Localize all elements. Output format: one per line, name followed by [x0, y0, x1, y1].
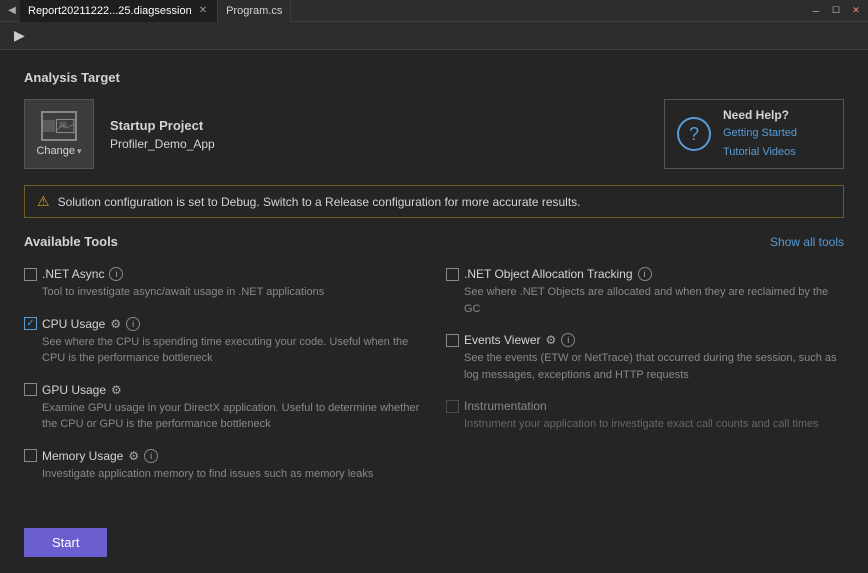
back-button[interactable]: ▶ — [8, 25, 31, 46]
tool-events-viewer-name: Events Viewer — [464, 333, 540, 347]
tool-memory-usage-header: Memory Usage ⚙ i — [24, 449, 422, 463]
tool-memory-usage-checkbox[interactable] — [24, 449, 37, 462]
tools-column-left: .NET Async i Tool to investigate async/a… — [24, 261, 422, 492]
tools-header: Available Tools Show all tools — [24, 234, 844, 249]
bottom-bar: Start — [0, 516, 868, 573]
tab-program-cs[interactable]: Program.cs — [218, 0, 291, 22]
tool-events-viewer-settings-icon[interactable]: ⚙ — [545, 333, 556, 347]
window-controls: ─ ☐ ✕ — [808, 3, 864, 19]
warning-text: Solution configuration is set to Debug. … — [58, 195, 581, 209]
help-text: Need Help? Getting Started Tutorial Vide… — [723, 108, 797, 161]
change-target-dropdown-icon: ▾ — [77, 146, 82, 157]
tool-dotnet-object-allocation-checkbox[interactable] — [446, 268, 459, 281]
analysis-target-title: Analysis Target — [24, 70, 844, 85]
tool-dotnet-async-name: .NET Async — [42, 267, 104, 281]
help-title: Need Help? — [723, 108, 797, 122]
tool-memory-usage: Memory Usage ⚙ i Investigate application… — [24, 443, 422, 493]
tool-gpu-usage-checkbox[interactable] — [24, 383, 37, 396]
tab-diagsession-close[interactable]: ✕ — [197, 4, 209, 17]
start-button[interactable]: Start — [24, 528, 107, 557]
tool-events-viewer-header: Events Viewer ⚙ i — [446, 333, 844, 347]
title-bar: ◀ Report20211222...25.diagsession ✕ Prog… — [0, 0, 868, 22]
tool-dotnet-async-info-icon[interactable]: i — [109, 267, 123, 281]
tool-cpu-usage: CPU Usage ⚙ i See where the CPU is spend… — [24, 311, 422, 377]
target-image-icon — [55, 115, 75, 137]
tool-memory-usage-settings-icon[interactable]: ⚙ — [128, 449, 139, 463]
tab-scroll-left[interactable]: ◀ — [4, 0, 20, 22]
help-icon: ? — [677, 117, 711, 151]
tool-instrumentation: Instrumentation Instrument your applicat… — [446, 393, 844, 443]
change-target-label: Change — [36, 145, 75, 157]
warning-bar: ⚠ Solution configuration is set to Debug… — [24, 185, 844, 218]
tool-cpu-usage-settings-icon[interactable]: ⚙ — [110, 317, 121, 331]
tab-list: ◀ Report20211222...25.diagsession ✕ Prog… — [4, 0, 291, 22]
tutorial-videos-link[interactable]: Tutorial Videos — [723, 144, 797, 161]
tool-dotnet-async-desc: Tool to investigate async/await usage in… — [24, 284, 422, 301]
tool-dotnet-object-allocation-desc: See where .NET Objects are allocated and… — [446, 284, 844, 317]
tool-instrumentation-name: Instrumentation — [464, 399, 547, 413]
tool-gpu-usage-name: GPU Usage — [42, 383, 106, 397]
tool-memory-usage-info-icon[interactable]: i — [144, 449, 158, 463]
tool-memory-usage-desc: Investigate application memory to find i… — [24, 466, 422, 483]
startup-project-title: Startup Project — [110, 118, 215, 133]
minimize-button[interactable]: ─ — [808, 3, 824, 19]
target-icon — [41, 111, 77, 141]
target-info: Startup Project Profiler_Demo_App — [110, 118, 215, 151]
close-button[interactable]: ✕ — [848, 3, 864, 19]
toolbar-row: ▶ — [0, 22, 868, 50]
tool-memory-usage-name: Memory Usage — [42, 449, 123, 463]
tool-cpu-usage-info-icon[interactable]: i — [126, 317, 140, 331]
tool-events-viewer-info-icon[interactable]: i — [561, 333, 575, 347]
tool-dotnet-object-allocation: .NET Object Allocation Tracking i See wh… — [446, 261, 844, 327]
tool-events-viewer-checkbox[interactable] — [446, 334, 459, 347]
help-box: ? Need Help? Getting Started Tutorial Vi… — [664, 99, 844, 169]
available-tools-title: Available Tools — [24, 234, 118, 249]
main-content: ▶ Analysis Target — [0, 22, 868, 573]
tool-dotnet-async-checkbox[interactable] — [24, 268, 37, 281]
tool-gpu-usage-header: GPU Usage ⚙ — [24, 383, 422, 397]
getting-started-link[interactable]: Getting Started — [723, 125, 797, 142]
target-area: Change ▾ Startup Project Profiler_Demo_A… — [24, 99, 844, 169]
tab-diagsession[interactable]: Report20211222...25.diagsession ✕ — [20, 0, 218, 22]
warning-icon: ⚠ — [37, 193, 50, 210]
tool-cpu-usage-name: CPU Usage — [42, 317, 105, 331]
tool-dotnet-object-allocation-header: .NET Object Allocation Tracking i — [446, 267, 844, 281]
tool-gpu-usage-desc: Examine GPU usage in your DirectX applic… — [24, 400, 422, 433]
tool-dotnet-object-allocation-info-icon[interactable]: i — [638, 267, 652, 281]
tool-gpu-usage: GPU Usage ⚙ Examine GPU usage in your Di… — [24, 377, 422, 443]
tool-events-viewer-desc: See the events (ETW or NetTrace) that oc… — [446, 350, 844, 383]
tool-events-viewer: Events Viewer ⚙ i See the events (ETW or… — [446, 327, 844, 393]
startup-project-value: Profiler_Demo_App — [110, 137, 215, 151]
tool-cpu-usage-header: CPU Usage ⚙ i — [24, 317, 422, 331]
tool-cpu-usage-checkbox[interactable] — [24, 317, 37, 330]
tool-cpu-usage-desc: See where the CPU is spending time execu… — [24, 334, 422, 367]
tab-diagsession-label: Report20211222...25.diagsession — [28, 5, 192, 17]
tool-instrumentation-header: Instrumentation — [446, 399, 844, 413]
change-target-button[interactable]: Change ▾ — [24, 99, 94, 169]
tool-gpu-usage-settings-icon[interactable]: ⚙ — [111, 383, 122, 397]
target-left: Change ▾ Startup Project Profiler_Demo_A… — [24, 99, 215, 169]
restore-button[interactable]: ☐ — [828, 3, 844, 19]
tool-dotnet-object-allocation-name: .NET Object Allocation Tracking — [464, 267, 633, 281]
tools-grid: .NET Async i Tool to investigate async/a… — [24, 261, 844, 492]
tool-dotnet-async-header: .NET Async i — [24, 267, 422, 281]
tool-instrumentation-checkbox — [446, 400, 459, 413]
show-all-tools-link[interactable]: Show all tools — [770, 235, 844, 249]
content-body: Analysis Target Change — [0, 50, 868, 516]
tool-instrumentation-desc: Instrument your application to investiga… — [446, 416, 844, 433]
tool-dotnet-async: .NET Async i Tool to investigate async/a… — [24, 261, 422, 311]
tab-program-cs-label: Program.cs — [226, 5, 282, 17]
tools-column-right: .NET Object Allocation Tracking i See wh… — [446, 261, 844, 492]
